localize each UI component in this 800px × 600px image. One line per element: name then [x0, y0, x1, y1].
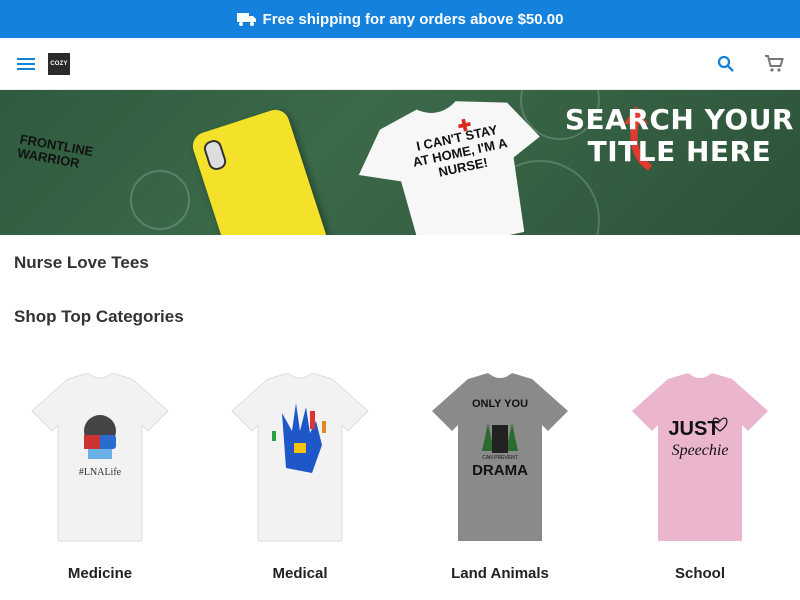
category-card-medicine[interactable]: #LNALife Medicine: [0, 373, 200, 582]
category-card-school[interactable]: JUST Speechie School: [600, 373, 800, 582]
phone-case-image: [189, 106, 331, 235]
svg-text:ONLY YOU: ONLY YOU: [472, 398, 528, 410]
cart-icon: [765, 54, 784, 72]
svg-text:JUST: JUST: [668, 418, 719, 440]
category-label: School: [674, 565, 725, 582]
svg-text:CAN PREVENT: CAN PREVENT: [482, 455, 518, 461]
logo[interactable]: COZY: [48, 52, 70, 75]
medical-shirt-image: [231, 373, 369, 542]
svg-text:DRAMA: DRAMA: [472, 462, 528, 479]
search-icon: [717, 55, 734, 72]
cart-button[interactable]: [762, 52, 786, 76]
land-animals-shirt-image: ONLY YOU CAN PREVENT DRAMA: [432, 373, 568, 541]
categories-title: Shop Top Categories: [14, 307, 184, 326]
site-header: COZY: [0, 38, 800, 90]
school-shirt-image: JUST Speechie: [632, 373, 768, 541]
menu-button[interactable]: [14, 52, 38, 76]
promo-text: Free shipping for any orders above $50.0…: [262, 10, 564, 28]
hero-banner[interactable]: FRONTLINE WARRIOR ✚ I CAN'T STAY AT HOME…: [0, 90, 800, 235]
truck-icon: [236, 11, 257, 27]
svg-text:Speechie: Speechie: [672, 442, 729, 459]
promo-banner: Free shipping for any orders above $50.0…: [0, 0, 800, 38]
phone-case-text: FRONTLINE WARRIOR: [16, 131, 95, 171]
svg-text:#LNALife: #LNALife: [79, 467, 122, 478]
category-card-medical[interactable]: Medical: [200, 373, 400, 582]
store-title: Nurse Love Tees: [14, 253, 149, 272]
search-button[interactable]: [714, 52, 738, 76]
category-label: Medical: [272, 565, 328, 582]
category-label: Land Animals: [451, 565, 549, 582]
menu-icon: [17, 57, 35, 70]
category-label: Medicine: [67, 565, 133, 582]
hero-cta-text: SEARCH YOUR TITLE HERE: [564, 103, 794, 168]
medicine-shirt-image: #LNALife: [31, 373, 169, 542]
category-grid: #LNALife Medicine Medical ONLY YOU CAN P…: [0, 373, 800, 582]
category-card-land-animals[interactable]: ONLY YOU CAN PREVENT DRAMA Land Animals: [400, 373, 600, 582]
